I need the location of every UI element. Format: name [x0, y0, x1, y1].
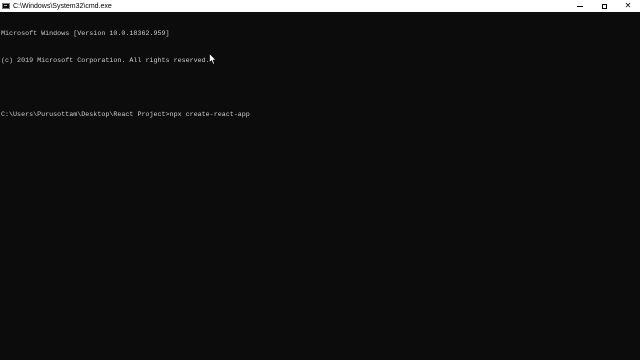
window-title: C:\Windows\System32\cmd.exe [13, 2, 112, 10]
cmd-app-icon [2, 3, 10, 9]
close-icon: ✕ [624, 1, 632, 10]
close-button[interactable]: ✕ [616, 0, 640, 12]
console-line-copyright: (c) 2019 Microsoft Corporation. All righ… [1, 57, 210, 65]
console-line-command: C:\Users\Purusottam\Desktop\React Projec… [1, 111, 250, 119]
mouse-pointer-icon [209, 53, 217, 65]
cmd-window: C:\Windows\System32\cmd.exe ✕ Microsoft … [0, 0, 640, 360]
console-output[interactable]: Microsoft Windows [Version 10.0.18362.95… [0, 12, 640, 360]
console-line-version: Microsoft Windows [Version 10.0.18362.95… [1, 30, 170, 38]
window-controls: ✕ [568, 0, 640, 12]
title-bar[interactable]: C:\Windows\System32\cmd.exe ✕ [0, 0, 640, 12]
minimize-icon [577, 5, 583, 7]
maximize-icon [601, 3, 607, 9]
maximize-button[interactable] [592, 0, 616, 12]
minimize-button[interactable] [568, 0, 592, 12]
